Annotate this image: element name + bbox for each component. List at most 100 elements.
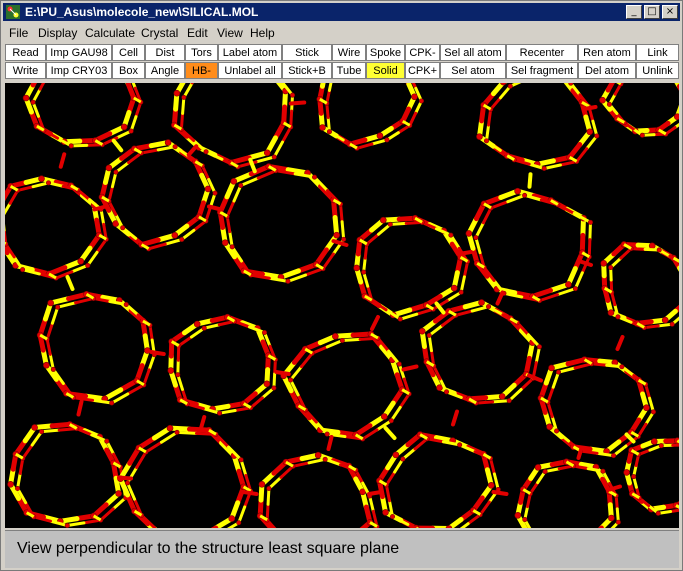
bond-segment — [454, 309, 474, 317]
menu-crystal[interactable]: Crystal — [141, 26, 178, 40]
cpk-minus-button[interactable]: CPK- — [405, 44, 440, 61]
recenter-button[interactable]: Recenter — [506, 44, 578, 61]
bond-segment — [65, 275, 75, 291]
label-atom-button[interactable]: Label atom — [218, 44, 282, 61]
atom — [171, 231, 179, 239]
atom — [166, 424, 174, 432]
atom — [608, 265, 614, 271]
wire-button[interactable]: Wire — [332, 44, 366, 61]
atom — [123, 302, 129, 308]
imp-gau98-button[interactable]: Imp GAU98 — [46, 44, 112, 61]
atom — [607, 309, 615, 317]
del-atom-button[interactable]: Del atom — [578, 62, 636, 79]
menu-display[interactable]: Display — [38, 26, 77, 40]
stick-b-button[interactable]: Stick+B — [282, 62, 332, 79]
atom — [426, 332, 432, 338]
atom — [15, 485, 21, 491]
atom — [68, 143, 74, 149]
ren-atom-button[interactable]: Ren atom — [578, 44, 636, 61]
sel-atom-button[interactable]: Sel atom — [440, 62, 506, 79]
atom — [238, 183, 244, 189]
cpk-plus-button[interactable]: CPK+ — [405, 62, 440, 79]
write-button[interactable]: Write — [5, 62, 46, 79]
title-bar[interactable]: E:\PU_Asus\molecole_new\SILICAL.MOL _ □ × — [3, 3, 680, 21]
maximize-button[interactable]: □ — [644, 5, 660, 19]
close-button[interactable]: × — [662, 5, 678, 19]
atom — [230, 178, 238, 185]
menu-calculate[interactable]: Calculate — [85, 26, 135, 40]
tube-button[interactable]: Tube — [332, 62, 366, 79]
atom — [639, 132, 645, 138]
stick-button[interactable]: Stick — [282, 44, 332, 61]
cell-button[interactable]: Cell — [112, 44, 145, 61]
atom — [30, 99, 36, 105]
menu-help[interactable]: Help — [250, 26, 275, 40]
bond-segment — [40, 428, 61, 434]
menu-view[interactable]: View — [217, 26, 243, 40]
menu-file[interactable]: File — [9, 26, 28, 40]
atom — [548, 364, 555, 372]
bond-segment — [50, 305, 60, 325]
atom — [380, 413, 388, 420]
bond-segment — [289, 109, 294, 129]
atom — [648, 242, 656, 250]
bond-segment — [138, 446, 147, 454]
atom — [120, 123, 128, 131]
atom — [326, 129, 332, 135]
atom — [397, 316, 403, 322]
read-button[interactable]: Read — [5, 44, 46, 61]
bond-segment — [232, 184, 243, 203]
bond-segment — [568, 156, 578, 163]
spoke-button[interactable]: Spoke — [366, 44, 405, 61]
atom — [64, 523, 70, 528]
bond-segment — [615, 335, 625, 351]
bond-segment — [45, 337, 52, 356]
atom — [204, 185, 212, 193]
imp-cry03-button[interactable]: Imp CRY03 — [46, 62, 112, 79]
atom — [669, 321, 675, 327]
atom — [478, 299, 485, 306]
atom — [572, 286, 578, 292]
molecule-app-icon — [6, 5, 20, 19]
atom — [47, 299, 54, 307]
bond-segment — [383, 426, 397, 440]
atom — [55, 304, 61, 310]
bond-segment — [400, 106, 412, 124]
atom — [217, 410, 223, 416]
bond-segment — [327, 83, 333, 92]
atom — [262, 330, 268, 336]
atom — [658, 443, 664, 449]
bond-segment — [624, 432, 636, 444]
atom — [341, 236, 347, 242]
minimize-button[interactable]: _ — [626, 5, 642, 19]
atom — [258, 480, 266, 488]
atom — [392, 451, 400, 459]
link-button[interactable]: Link — [636, 44, 679, 61]
atom — [418, 327, 426, 335]
sel-all-atom-button[interactable]: Sel all atom — [440, 44, 506, 61]
unlink-button[interactable]: Unlink — [636, 62, 679, 79]
bond-segment — [272, 140, 284, 159]
bond-segment — [111, 138, 124, 153]
bond-segment — [56, 301, 78, 309]
tors-button[interactable]: Tors — [185, 44, 218, 61]
atom — [522, 517, 528, 523]
menu-edit[interactable]: Edit — [187, 26, 208, 40]
atom — [465, 230, 473, 237]
bond-segment — [254, 155, 276, 164]
unlabel-all-button[interactable]: Unlabel all — [218, 62, 282, 79]
bond-segment — [30, 83, 37, 88]
atom — [514, 187, 521, 195]
angle-button[interactable]: Angle — [145, 62, 185, 79]
box-button[interactable]: Box — [112, 62, 145, 79]
sel-fragment-button[interactable]: Sel fragment — [506, 62, 578, 79]
atom — [104, 438, 110, 444]
bond-segment — [470, 305, 491, 313]
solid-button[interactable]: Solid — [366, 62, 405, 79]
molecule-viewport[interactable] — [5, 83, 679, 528]
dist-button[interactable]: Dist — [145, 44, 185, 61]
hb-minus-button[interactable]: HB- — [185, 62, 218, 79]
bond-segment — [656, 120, 671, 133]
atom — [541, 165, 547, 171]
bond-segment — [139, 148, 160, 155]
